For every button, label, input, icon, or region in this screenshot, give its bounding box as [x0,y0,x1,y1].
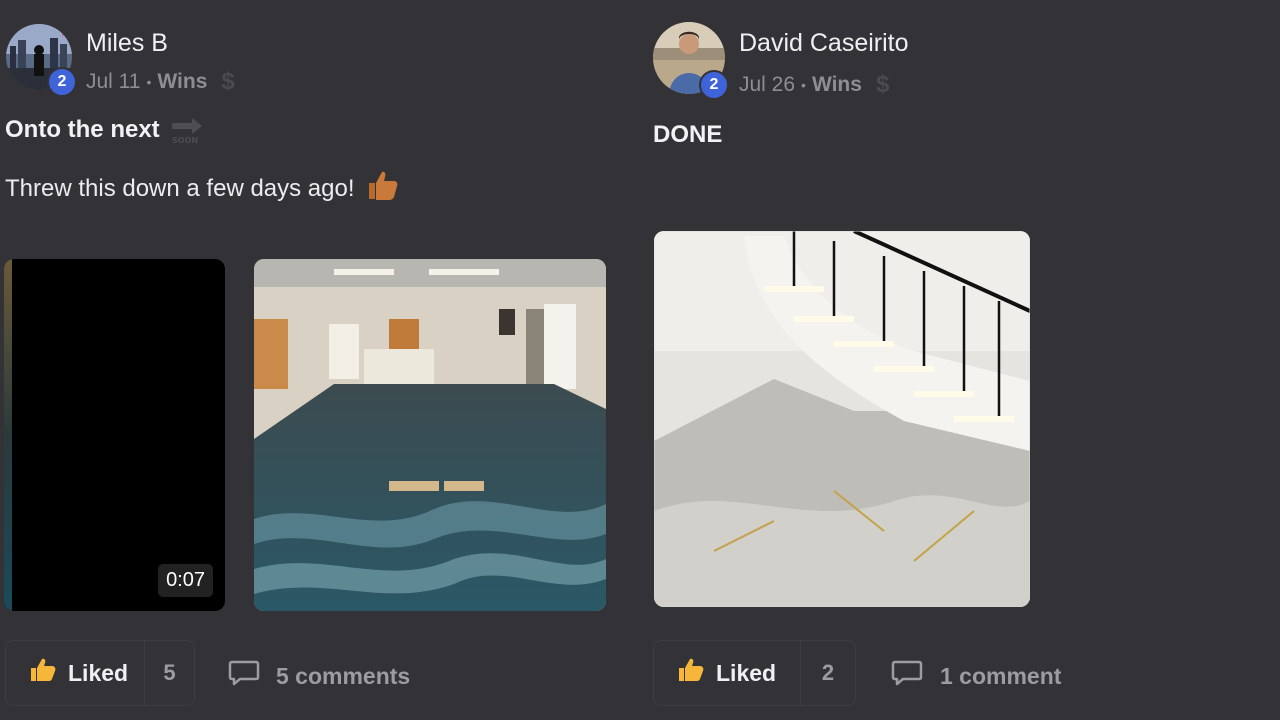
like-button[interactable]: Liked [654,641,800,705]
video-thumbnail[interactable]: 0:07 [4,259,225,611]
dollar-icon: $ [221,68,235,95]
soon-arrow-icon: SOON [170,115,206,145]
staircase-floor-photo[interactable] [654,231,1030,607]
post-title[interactable]: DONE [653,121,722,149]
meta-separator: • [146,74,152,90]
post-title[interactable]: Onto the next SOON [5,115,206,145]
like-group: Liked 2 [653,640,856,706]
epoxy-floor-photo[interactable] [254,259,606,611]
comments-link[interactable]: 5 comments [228,659,410,693]
post-date[interactable]: Jul 11 [86,70,140,94]
like-button[interactable]: Liked [6,641,144,705]
post-body-text: Threw this down a few days ago! [5,174,355,202]
comment-bubble-icon [228,659,260,693]
dollar-icon: $ [875,71,890,98]
comments-link[interactable]: 1 comment [890,659,1061,693]
svg-text:SOON: SOON [172,136,198,145]
like-count[interactable]: 5 [144,641,194,705]
thumbs-up-icon [30,658,56,688]
post-card-miles-b: 2 Miles B Jul 11 • Wins $ Onto the next … [0,0,640,720]
author-name[interactable]: Miles B [86,29,168,58]
post-body: Threw this down a few days ago! [5,168,399,209]
author-avatar[interactable]: 2 [653,22,729,100]
level-badge: 2 [47,67,77,97]
like-label: Liked [716,659,777,686]
comments-label: 1 comment [940,662,1062,689]
thumbs-up-icon [678,658,704,688]
like-group: Liked 5 [5,640,195,706]
author-avatar[interactable]: 2 [6,24,77,97]
post-meta: Jul 11 • Wins $ [86,68,235,96]
video-edge [4,259,12,611]
post-card-david-caseirito: 2 David Caseirito Jul 26 • Wins $ DONE L… [640,0,1280,720]
post-category[interactable]: Wins [157,70,207,94]
author-name[interactable]: David Caseirito [739,29,909,58]
comment-bubble-icon [890,659,924,693]
post-meta: Jul 26 • Wins $ [739,71,889,99]
post-title-text: Onto the next [5,116,160,143]
video-duration: 0:07 [158,564,213,597]
post-date[interactable]: Jul 26 [739,73,795,97]
post-category[interactable]: Wins [812,73,862,97]
like-count[interactable]: 2 [800,641,855,705]
post-title-text: DONE [653,121,723,148]
like-label: Liked [68,659,129,686]
meta-separator: • [801,77,806,93]
thumbs-up-emoji-icon [365,168,399,209]
level-badge: 2 [699,70,729,100]
comments-label: 5 comments [276,662,411,689]
